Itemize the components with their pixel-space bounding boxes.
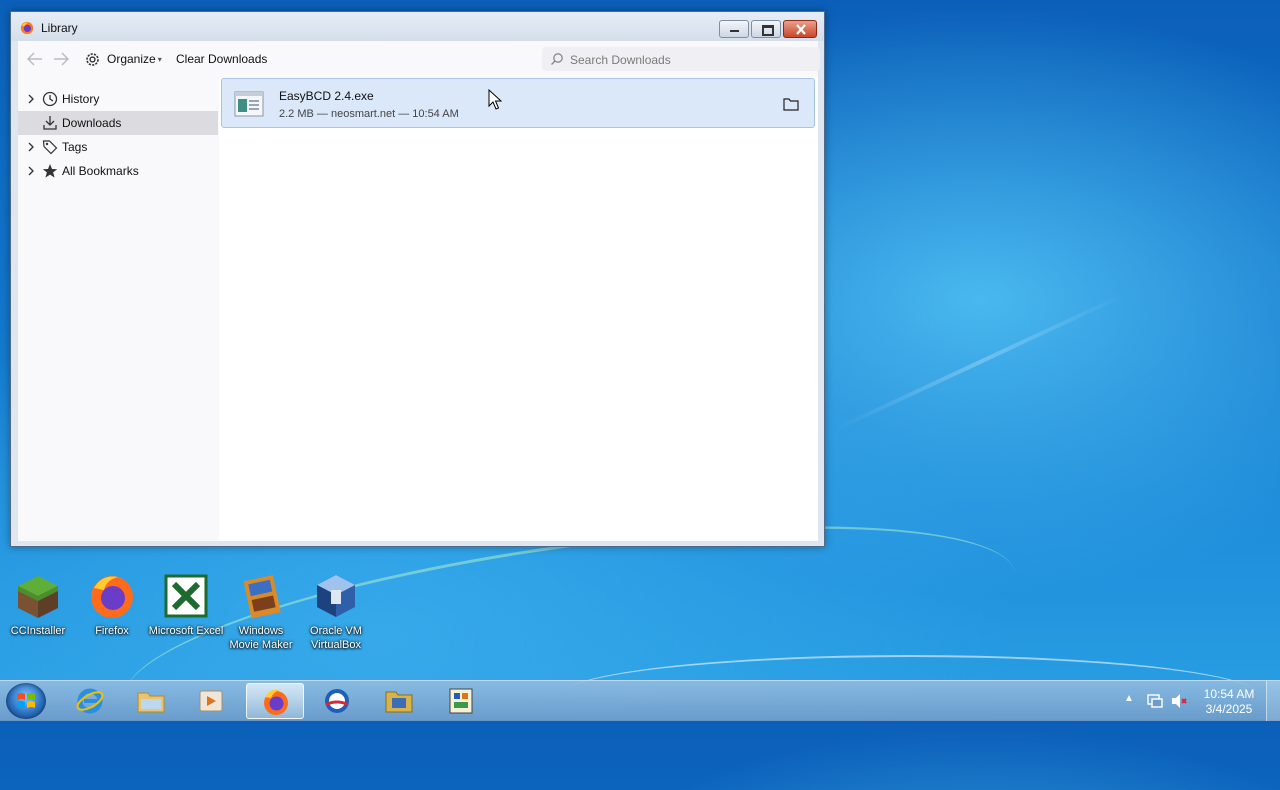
close-icon — [796, 24, 806, 35]
firefox-icon — [264, 689, 288, 715]
volume-muted-icon[interactable] — [1170, 692, 1188, 710]
virtualbox-icon — [312, 572, 360, 620]
clock-time: 10:54 AM — [1203, 687, 1255, 701]
internet-explorer-icon — [76, 688, 104, 714]
desktop-icon-firefox[interactable]: Firefox — [74, 572, 150, 638]
download-filename: EasyBCD 2.4.exe — [279, 89, 374, 103]
desktop-icon-label: CCInstaller — [10, 625, 66, 637]
movie-maker-icon — [237, 572, 285, 620]
maximize-icon — [762, 25, 774, 36]
folder-tool-icon — [385, 691, 413, 713]
taskbar-control-panel[interactable] — [432, 683, 490, 719]
open-folder-icon[interactable] — [783, 97, 799, 111]
mouse-cursor-icon — [488, 89, 502, 110]
taskbar-windows-explorer[interactable] — [122, 683, 180, 719]
gear-icon — [86, 52, 99, 66]
minecraft-grass-block-icon — [14, 572, 62, 620]
chevron-right-icon[interactable] — [26, 142, 36, 152]
desktop-icon-oracle-vm-virtualbox[interactable]: Oracle VM VirtualBox — [298, 572, 374, 652]
show-hidden-icons-button[interactable]: ▲ — [1124, 693, 1134, 704]
close-button[interactable] — [783, 20, 817, 38]
media-player-icon — [199, 690, 223, 712]
clock-icon — [42, 91, 58, 107]
desktop-icon-microsoft-excel[interactable]: Microsoft Excel — [148, 572, 224, 638]
toolbar: Organize ▾ Clear Downloads — [18, 41, 820, 77]
library-sidebar: History Downloads Tags All Bookmarks — [18, 77, 220, 541]
minimize-button[interactable] — [719, 20, 749, 38]
show-desktop-button[interactable] — [1266, 681, 1280, 721]
taskbar-internet-explorer[interactable] — [61, 683, 119, 719]
maximize-button[interactable] — [751, 20, 781, 38]
organize-button[interactable]: Organize ▾ — [84, 50, 162, 68]
folder-icon — [137, 692, 165, 713]
wallpaper-streak — [834, 292, 1126, 432]
organize-label: Organize — [107, 52, 156, 66]
desktop-icon-ccinstaller[interactable]: CCInstaller — [0, 572, 76, 638]
search-box[interactable] — [542, 47, 820, 71]
sidebar-item-all-bookmarks[interactable]: All Bookmarks — [18, 159, 218, 183]
sidebar-item-downloads[interactable]: Downloads — [18, 111, 218, 135]
exe-file-icon — [234, 91, 264, 117]
star-icon — [42, 164, 58, 178]
desktop-icon-label: Oracle VM VirtualBox — [310, 625, 362, 651]
desktop-icon-label: Windows Movie Maker — [229, 625, 293, 651]
windows-logo-icon — [17, 693, 35, 708]
forward-arrow-icon[interactable] — [53, 52, 69, 66]
excel-icon — [162, 572, 210, 620]
back-arrow-icon[interactable] — [27, 52, 43, 66]
taskbar-file-manager[interactable] — [370, 683, 428, 719]
search-input[interactable] — [568, 50, 817, 70]
system-clock[interactable]: 10:54 AM 3/4/2025 — [1196, 687, 1262, 717]
window-title: Library — [41, 21, 78, 35]
taskbar: ▲ 10:54 AM 3/4/2025 — [0, 680, 1280, 721]
sidebar-item-label: Tags — [62, 140, 88, 154]
taskbar-media-player[interactable] — [182, 683, 240, 719]
firefox-icon — [20, 21, 34, 35]
chevron-down-icon: ▾ — [157, 54, 162, 64]
desktop-icon-label: Firefox — [95, 625, 129, 637]
desktop-icon-label: Microsoft Excel — [148, 625, 224, 637]
clock-date: 3/4/2025 — [1205, 702, 1253, 716]
chevron-right-icon[interactable] — [26, 166, 36, 176]
firefox-icon — [88, 572, 136, 620]
search-icon — [551, 53, 563, 65]
desktop-icon-windows-movie-maker[interactable]: Windows Movie Maker — [223, 572, 299, 652]
downloads-list: EasyBCD 2.4.exe 2.2 MB — neosmart.net — … — [219, 77, 818, 541]
download-icon — [43, 116, 57, 130]
download-details: 2.2 MB — neosmart.net — 10:54 AM — [279, 108, 459, 120]
taskbar-obama-app[interactable] — [308, 683, 366, 719]
sidebar-item-label: Downloads — [62, 116, 122, 130]
obama-logo-icon — [325, 689, 349, 713]
tag-icon — [42, 140, 58, 155]
network-icon[interactable] — [1146, 692, 1164, 710]
sidebar-item-history[interactable]: History — [18, 87, 218, 111]
control-panel-icon — [449, 688, 473, 714]
sidebar-item-label: History — [62, 92, 100, 106]
title-bar[interactable]: Library — [11, 12, 824, 41]
minimize-icon — [730, 30, 739, 32]
sidebar-item-tags[interactable]: Tags — [18, 135, 218, 159]
clear-downloads-button[interactable]: Clear Downloads — [176, 52, 267, 66]
sidebar-item-label: All Bookmarks — [62, 164, 139, 178]
library-window: Library Organize ▾ Clear Downloads Searc… — [10, 11, 825, 547]
download-item[interactable]: EasyBCD 2.4.exe 2.2 MB — neosmart.net — … — [221, 78, 815, 128]
chevron-right-icon[interactable] — [26, 94, 36, 104]
start-button[interactable] — [6, 683, 46, 719]
taskbar-firefox[interactable] — [246, 683, 304, 719]
